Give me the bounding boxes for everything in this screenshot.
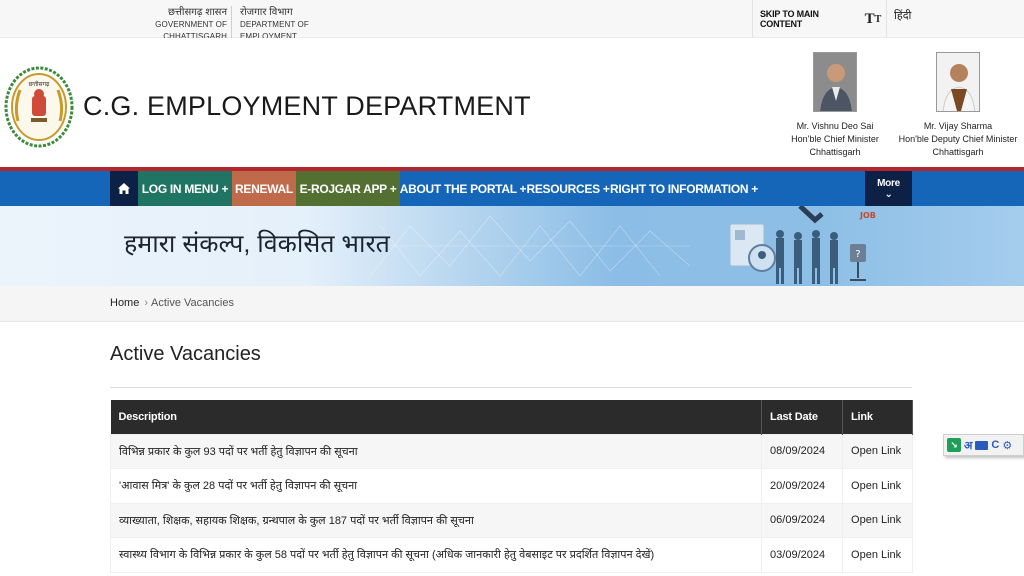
skip-to-main-content-link[interactable]: SKIP TO MAIN CONTENT (752, 0, 860, 38)
site-header: छत्तीसगढ़ C.G. EMPLOYMENT DEPARTMENT Mr.… (0, 38, 1024, 167)
table-row: व्याख्याता, शिक्षक, सहायक शिक्षक, ग्रन्थ… (109, 502, 913, 538)
open-link[interactable]: Open Link (851, 549, 901, 561)
title-divider (110, 387, 912, 388)
hindi-language-link[interactable]: हिंदी (886, 0, 926, 38)
leader-name: Mr. Vishnu Deo Sai (796, 121, 874, 131)
vacancy-description: 'आवास मित्र' के कुल 28 पदों पर भर्ती हेत… (109, 468, 763, 504)
department-hindi: रोजगार विभाग (240, 7, 293, 18)
open-link[interactable]: Open Link (851, 514, 901, 526)
nav-login-menu[interactable]: LOG IN MENU + (138, 171, 232, 206)
svg-text:छत्तीसगढ़: छत्तीसगढ़ (29, 80, 50, 88)
vacancy-last-date: 08/09/2024 (761, 433, 844, 469)
table-row: 'आवास मित्र' के कुल 28 पदों पर भर्ती हेत… (109, 468, 913, 504)
top-bar: छत्तीसगढ़ शासन GOVERNMENT OF CHHATTISGAR… (0, 0, 1024, 43)
vacancy-last-date: 06/09/2024 (761, 502, 844, 538)
text-size-button[interactable]: TT (860, 0, 886, 38)
vacancies-table: Description Last Date Link विभिन्न प्रका… (109, 400, 913, 573)
settings-gear-icon[interactable]: ⚙ (1002, 439, 1012, 452)
keyboard-icon[interactable] (975, 440, 989, 450)
c-button[interactable]: C (991, 439, 999, 451)
breadcrumb: Home › Active Vacancies (0, 286, 1024, 322)
vacancy-description: स्वास्थ्य विभाग के विभिन्न प्रकार के कुल… (109, 537, 763, 573)
nav-more-button[interactable]: More ⌄ (865, 171, 912, 206)
nav-resources[interactable]: RESOURCES + (526, 171, 610, 206)
nav-about-the-portal[interactable]: ABOUT THE PORTAL + (400, 171, 527, 206)
more-label: More (877, 177, 900, 189)
column-header-link: Link (842, 400, 913, 434)
banner-network-pattern (360, 215, 690, 277)
home-icon (118, 183, 130, 194)
banner-tagline: हमारा संकल्प, विकसित भारत (124, 230, 390, 258)
open-link[interactable]: Open Link (851, 480, 901, 492)
text-size-small: T (874, 13, 882, 25)
table-header-row: Description Last Date Link (110, 400, 913, 434)
input-tools-toolbar: ↘ अ C ⚙ (943, 434, 1024, 456)
leader-state: Chhattisgarh (809, 147, 861, 157)
leader-role: Hon'ble Chief Minister (791, 134, 879, 144)
leader-name: Mr. Vijay Sharma (923, 121, 993, 131)
nav-renewal[interactable]: RENEWAL (232, 171, 296, 206)
vacancy-last-date: 03/09/2024 (761, 537, 844, 573)
nav-e-rojgar-app[interactable]: E-ROJGAR APP + (296, 171, 400, 206)
open-link[interactable]: Open Link (851, 445, 901, 457)
leader-card-deputy-chief-minister: Mr. Vijay Sharma Hon'ble Deputy Chief Mi… (893, 52, 1023, 159)
chief-minister-photo (813, 52, 857, 112)
site-title[interactable]: C.G. EMPLOYMENT DEPARTMENT (83, 91, 531, 122)
input-tools-logo-icon[interactable]: ↘ (947, 438, 961, 452)
column-header-last-date: Last Date (761, 400, 844, 434)
text-size-big: T (864, 10, 875, 27)
nav-right-to-information[interactable]: RIGHT TO INFORMATION + (610, 171, 758, 206)
chevron-down-icon: ⌄ (884, 188, 893, 200)
state-emblem-logo[interactable]: छत्तीसगढ़ (4, 66, 74, 148)
vacancy-description: विभिन्न प्रकार के कुल 93 पदों पर भर्ती ह… (109, 433, 763, 469)
banner-recruitment-illustration: ? JOB (729, 206, 876, 284)
leader-card-chief-minister: Mr. Vishnu Deo Sai Hon'ble Chief Ministe… (785, 52, 885, 159)
language-toggle-button[interactable]: अ (964, 438, 972, 453)
svg-text:?: ? (855, 249, 860, 260)
leader-role: Hon'ble Deputy Chief Minister (898, 134, 1018, 144)
main-navigation: LOG IN MENU + RENEWAL E-ROJGAR APP + ABO… (0, 171, 1024, 206)
leader-state: Chhattisgarh (932, 147, 984, 157)
breadcrumb-current: Active Vacancies (151, 297, 234, 309)
page-banner: ? JOB हमारा संकल्प, विकसित भारत (0, 206, 1024, 286)
government-hindi: छत्तीसगढ़ शासन (167, 7, 227, 18)
page-title: Active Vacancies (110, 343, 261, 365)
svg-text:JOB: JOB (859, 211, 876, 220)
breadcrumb-separator: › (144, 297, 149, 309)
vacancy-last-date: 20/09/2024 (761, 468, 844, 504)
table-row: स्वास्थ्य विभाग के विभिन्न प्रकार के कुल… (109, 537, 913, 573)
deputy-chief-minister-photo (936, 52, 980, 112)
vacancy-description: व्याख्याता, शिक्षक, सहायक शिक्षक, ग्रन्थ… (109, 502, 763, 538)
table-row: विभिन्न प्रकार के कुल 93 पदों पर भर्ती ह… (109, 433, 913, 469)
column-header-description: Description (110, 400, 763, 434)
nav-home-button[interactable] (110, 171, 138, 206)
breadcrumb-home-link[interactable]: Home (110, 297, 139, 309)
